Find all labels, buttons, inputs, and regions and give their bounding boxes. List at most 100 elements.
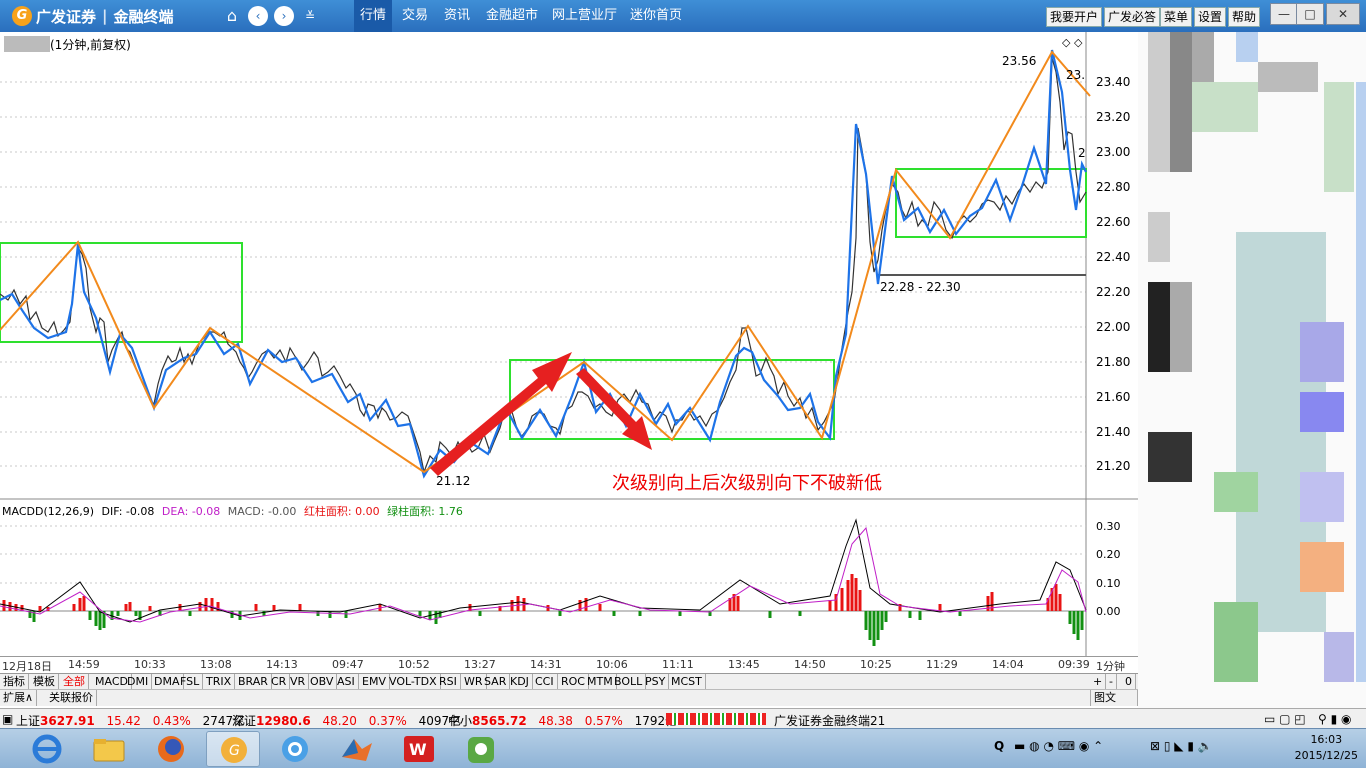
menu-news[interactable]: 资讯 (438, 0, 476, 32)
macd-y-tick: 0.10 (1096, 577, 1121, 590)
tab-asi[interactable]: ASI (334, 674, 359, 690)
sh-change: 15.42 (106, 714, 141, 728)
gf-answer-button[interactable]: 广发必答 (1104, 7, 1161, 27)
home-icon[interactable]: ⌂ (222, 6, 242, 26)
sh-index[interactable]: 上证3627.91 15.42 0.43% 2747亿 (16, 712, 245, 729)
sz-value: 12980.6 (256, 714, 311, 728)
minimize-icon[interactable]: — (1270, 3, 1298, 25)
status-bar: ▣ 上证3627.91 15.42 0.43% 2747亿 深证12980.6 … (0, 708, 1366, 728)
time-axis: 12月18日 14:59 10:33 13:08 14:13 09:47 10:… (0, 656, 1138, 673)
y-tick: 21.80 (1096, 355, 1131, 369)
menu-mini-home[interactable]: 迷你首页 (624, 0, 688, 32)
time-tick: 14:04 (992, 658, 1024, 671)
menu-trade[interactable]: 交易 (396, 0, 434, 32)
macd-y-tick: 0.00 (1096, 605, 1121, 618)
sz-change: 48.20 (322, 714, 357, 728)
tray-icons[interactable]: ▬ ◍ ◔ ⌨ ◉ ⌃ (1014, 739, 1103, 753)
zoom-in-button[interactable]: + (1090, 674, 1107, 690)
diamond-icon[interactable]: ◇ ◇ (1062, 36, 1082, 49)
zone-label: 22.28 - 22.30 (880, 280, 961, 294)
related-quote-tab[interactable]: 关联报价 (46, 690, 97, 706)
sh-label: 上证 (16, 714, 41, 728)
explorer-icon[interactable] (82, 731, 136, 767)
tab-sar[interactable]: SAR (481, 674, 511, 690)
tab-obv[interactable]: OBV (307, 674, 338, 690)
quote-side-panel (1138, 32, 1366, 708)
y-tick: 21.20 (1096, 459, 1131, 473)
open-account-button[interactable]: 我要开户 (1046, 7, 1103, 27)
macd-red-area: 红柱面积: 0.00 (303, 505, 380, 518)
y-tick: 22.80 (1096, 180, 1131, 194)
clock-time: 16:03 (1310, 733, 1343, 746)
macd-green-area: 绿柱面积: 1.76 (387, 505, 463, 518)
dropdown-icon[interactable]: ≚ (300, 6, 320, 26)
y-tick: 23.40 (1096, 75, 1131, 89)
reset-button[interactable]: 0 (1122, 674, 1136, 690)
tab-psy[interactable]: PSY (642, 674, 670, 690)
firefox-icon[interactable] (144, 731, 198, 767)
y-tick: 23.00 (1096, 145, 1131, 159)
tab-trix[interactable]: TRIX (203, 674, 236, 690)
menu-market[interactable]: 行情 (354, 0, 393, 32)
tab-fsl[interactable]: FSL (177, 674, 204, 690)
tray-window-icons[interactable]: ▭ ▢ ◰ (1264, 712, 1306, 726)
f10-button[interactable]: 图文F10 (1090, 690, 1138, 719)
tab-all[interactable]: 全部 (60, 674, 89, 690)
tab-brar[interactable]: BRAR (235, 674, 272, 690)
tab-kdj[interactable]: KDJ (507, 674, 533, 690)
macd-chart[interactable] (0, 500, 1138, 656)
os-taskbar: G W Q ▬ ◍ ◔ ⌨ ◉ ⌃ ⊠ ▯ ◣ ▮ 🔈 16:03 2015/1… (0, 728, 1366, 768)
chart-title: (1分钟,前复权) (50, 38, 131, 52)
tab-rsi[interactable]: RSI (436, 674, 461, 690)
price-chart[interactable] (0, 32, 1138, 500)
maximize-icon[interactable]: □ (1296, 3, 1324, 25)
zoom-out-button[interactable]: - (1106, 674, 1117, 690)
tab-vol-tdx[interactable]: VOL-TDX (386, 674, 441, 690)
close-icon[interactable]: ✕ (1326, 3, 1360, 25)
tab-dmi[interactable]: DMI (124, 674, 153, 690)
search-tray-icon[interactable]: Q (994, 739, 1004, 753)
forward-icon[interactable]: › (274, 6, 294, 26)
back-icon[interactable]: ‹ (248, 6, 268, 26)
macd-name: MACDD(12,26,9) (2, 505, 95, 518)
logo-separator: | (102, 7, 108, 25)
ie-icon[interactable] (20, 731, 74, 767)
app-logo: G 广发证券 | 金融终端 (12, 5, 174, 27)
clock[interactable]: 16:03 2015/12/25 (1295, 732, 1358, 764)
time-tick: 13:45 (728, 658, 760, 671)
settings-button[interactable]: 设置 (1194, 7, 1227, 27)
y-tick: 22.40 (1096, 250, 1131, 264)
sz-index[interactable]: 深证12980.6 48.20 0.37% 4097亿 (232, 712, 461, 729)
market-icon[interactable]: ▣ (2, 712, 13, 726)
menu-finance-market[interactable]: 金融超市 (480, 0, 544, 32)
tab-indicator[interactable]: 指标 (0, 674, 29, 690)
tab-cci[interactable]: CCI (532, 674, 558, 690)
menu-online-hall[interactable]: 网上营业厅 (546, 0, 623, 32)
evernote-icon[interactable] (454, 731, 508, 767)
tab-mcst[interactable]: MCST (668, 674, 706, 690)
tab-vr[interactable]: VR (287, 674, 310, 690)
tab-template[interactable]: 模板 (30, 674, 59, 690)
zx-pct: 0.57% (584, 714, 623, 728)
sh-pct: 0.43% (152, 714, 191, 728)
gf-terminal-icon[interactable]: G (206, 731, 260, 767)
time-tick: 13:08 (200, 658, 232, 671)
market-breadth-icon (666, 713, 766, 725)
time-tick: 14:13 (266, 658, 298, 671)
zx-index[interactable]: 中小8565.72 48.38 0.57% 1792亿 (448, 712, 677, 729)
qq-icon[interactable] (268, 731, 322, 767)
time-tick: 10:52 (398, 658, 430, 671)
expand-button[interactable]: 扩展∧ (0, 690, 38, 706)
tray-icons-2[interactable]: ⊠ ▯ ◣ ▮ 🔈 (1150, 739, 1213, 753)
period-selector[interactable]: 1分钟 (1096, 658, 1125, 674)
menu-button[interactable]: 菜单 (1160, 7, 1193, 27)
macd-header: MACDD(12,26,9) DIF: -0.08 DEA: -0.08 MAC… (2, 503, 463, 519)
time-tick: 14:59 (68, 658, 100, 671)
help-button[interactable]: 帮助 (1228, 7, 1261, 27)
time-tick: 11:11 (662, 658, 694, 671)
tab-boll[interactable]: BOLL (611, 674, 647, 690)
wps-icon[interactable]: W (392, 731, 446, 767)
y-tick: 22.20 (1096, 285, 1131, 299)
matlab-icon[interactable] (330, 731, 384, 767)
product-name: 金融终端 (113, 7, 174, 26)
